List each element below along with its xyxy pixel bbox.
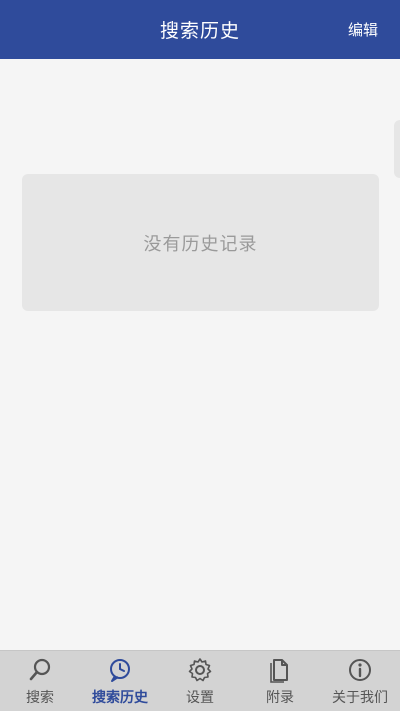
tab-label: 搜索历史 [92, 690, 148, 706]
tab-label: 关于我们 [332, 690, 388, 706]
edge-panel-handle[interactable] [394, 120, 400, 178]
edit-button[interactable]: 编辑 [348, 0, 378, 59]
info-icon [349, 659, 371, 681]
history-icon [110, 659, 130, 682]
page-title: 搜索历史 [159, 20, 240, 42]
tab-label: 设置 [186, 690, 214, 706]
tab-about-us[interactable]: 关于我们 [320, 651, 400, 711]
tab-appendix[interactable]: 附录 [240, 651, 320, 711]
tab-settings[interactable]: 设置 [160, 651, 240, 711]
tab-label: 搜索 [26, 690, 54, 706]
document-icon [270, 659, 288, 683]
top-app-bar: 搜索历史 编辑 [0, 0, 400, 59]
app-screen: 搜索历史 编辑 没有历史记录 搜索 搜索历史 设置 附录 关于我们 [0, 0, 400, 711]
tab-label: 附录 [266, 690, 294, 706]
tab-search-history[interactable]: 搜索历史 [80, 651, 160, 711]
bottom-tab-bar: 搜索 搜索历史 设置 附录 关于我们 [0, 650, 400, 711]
empty-state-card: 没有历史记录 [22, 174, 379, 311]
gear-icon [188, 658, 212, 682]
empty-state-message: 没有历史记录 [143, 233, 258, 255]
search-icon [29, 658, 51, 681]
tab-search[interactable]: 搜索 [0, 651, 80, 711]
